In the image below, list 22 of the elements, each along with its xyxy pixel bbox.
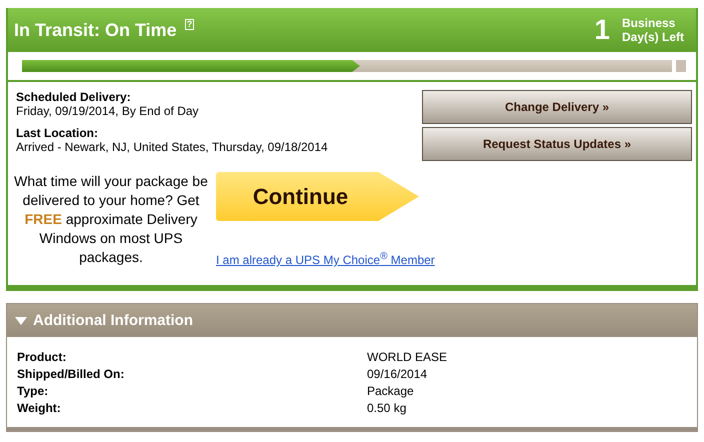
promo-text: What time will your package be delivered to your home? Get FREE approximate Delivery Windows on most UPS packages. xyxy=(14,172,208,267)
info-value: 09/16/2014 xyxy=(367,366,428,383)
member-link[interactable]: I am already a UPS My Choice$^{®}$ Member xyxy=(216,251,435,267)
continue-button[interactable]: Continue xyxy=(216,172,419,221)
info-label: Product: xyxy=(17,349,68,366)
status-title: In Transit: On Time xyxy=(14,20,177,40)
info-label: Weight: xyxy=(17,400,62,417)
detail-label: Last Location: xyxy=(16,126,100,140)
info-value: Package xyxy=(367,383,415,400)
days-count: 1 xyxy=(594,14,610,46)
progress-end-segment xyxy=(676,60,686,72)
action-button[interactable]: Change Delivery » xyxy=(422,90,692,124)
info-value: 0.50 kg xyxy=(367,400,408,417)
detail-value: Arrived - Newark, NJ, United States, Thursday, 09/18/2014 xyxy=(16,140,329,154)
expand-icon[interactable] xyxy=(15,316,27,326)
days-label: Business Day(s) Left xyxy=(622,16,686,44)
action-button[interactable]: Request Status Updates » xyxy=(422,127,692,161)
info-label: Shipped/Billed On: xyxy=(17,366,126,383)
detail-value: Friday, 09/19/2014, By End of Day xyxy=(16,104,200,118)
detail-label: Scheduled Delivery: xyxy=(16,90,132,104)
info-value: WORLD EASE xyxy=(367,349,448,366)
info-label: Type: xyxy=(17,383,50,400)
